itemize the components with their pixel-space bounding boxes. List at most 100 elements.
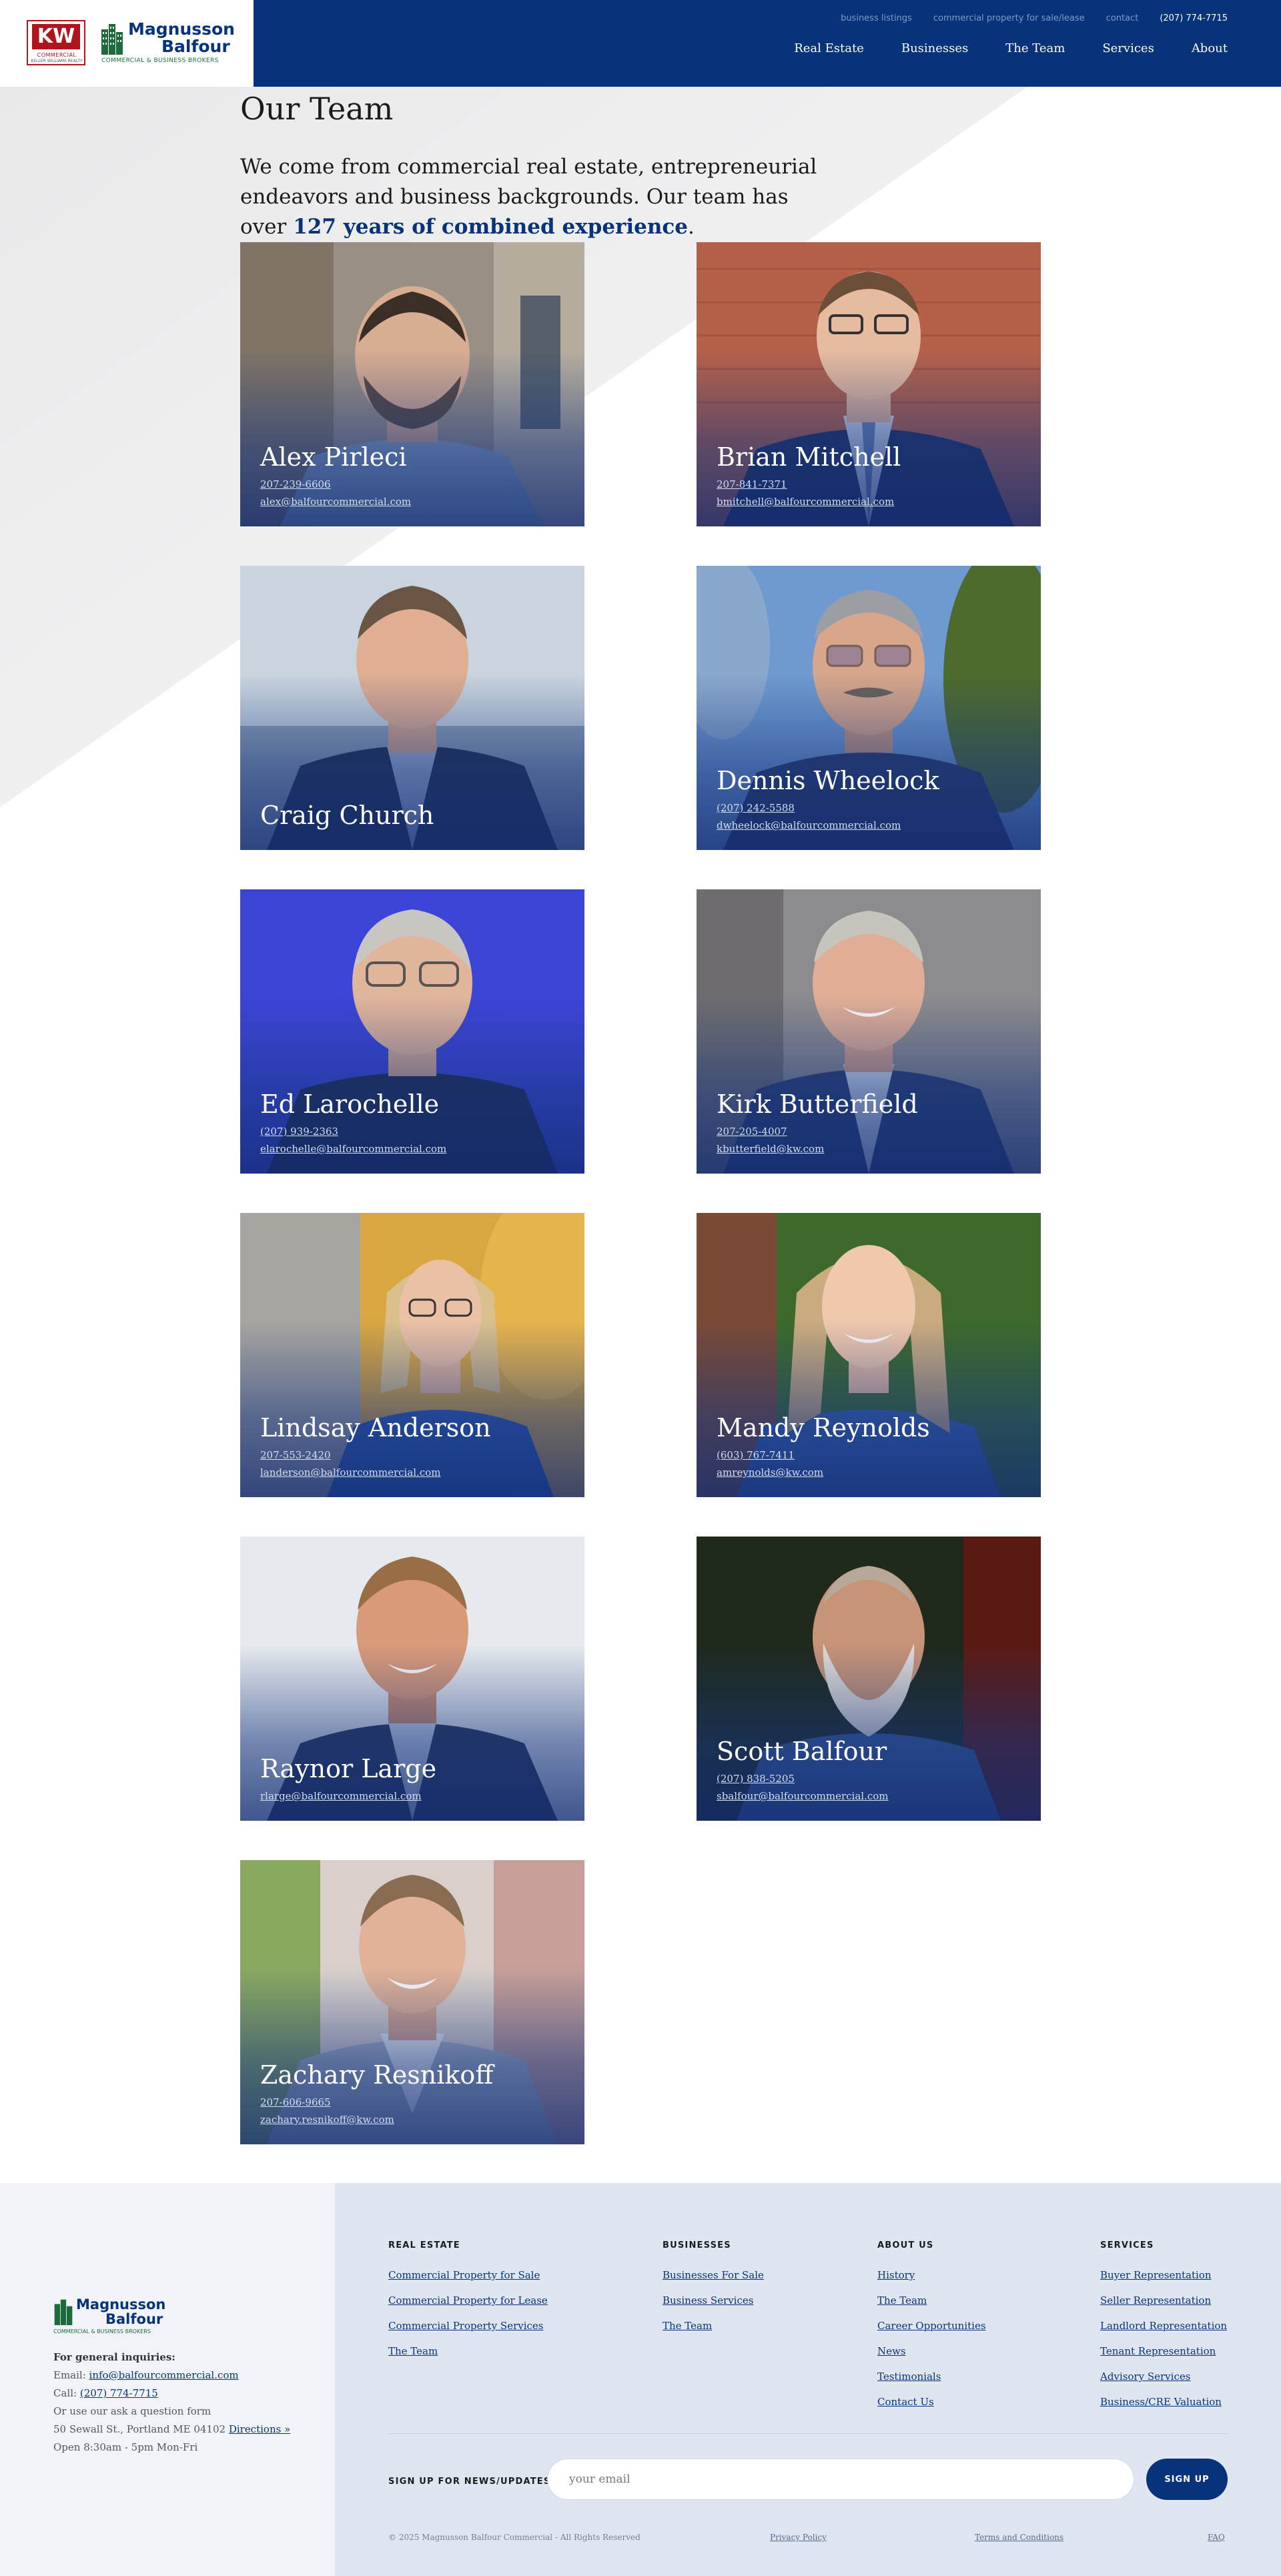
footer-link[interactable]: Career Opportunities (877, 2313, 986, 2338)
footer-link[interactable]: Buyer Representation (1100, 2262, 1227, 2288)
footer-link[interactable]: Commercial Property for Sale (388, 2262, 548, 2288)
directions-link[interactable]: Directions » (229, 2423, 290, 2435)
team-card-ed-larochelle[interactable]: Ed Larochelle (207) 939-2363 elarochelle… (240, 889, 584, 1174)
member-name: Lindsay Anderson (260, 1413, 491, 1442)
privacy-policy-link[interactable]: Privacy Policy (770, 2533, 827, 2542)
team-card-scott-balfour[interactable]: Scott Balfour (207) 838-5205 sbalfour@ba… (697, 1537, 1041, 1821)
member-phone-link[interactable]: (603) 767-7411 (717, 1449, 795, 1461)
logo-line1: Magnusson (128, 19, 235, 39)
footer-col-businesses: BUSINESSES Businesses For Sale Business … (663, 2240, 764, 2338)
nav-about[interactable]: About (1192, 41, 1228, 55)
member-phone-link[interactable]: (207) 939-2363 (260, 1126, 338, 1138)
team-card-zachary-resnikoff[interactable]: Zachary Resnikoff 207-606-9665 zachary.r… (240, 1860, 584, 2144)
team-card-kirk-butterfield[interactable]: Kirk Butterfield 207-205-4007 kbutterfie… (697, 889, 1041, 1174)
footer-phone-link[interactable]: (207) 774-7715 (80, 2387, 158, 2399)
signup-button[interactable]: SIGN UP (1146, 2459, 1228, 2500)
logo-line2: Balfour (161, 37, 230, 56)
header-phone-link[interactable]: (207) 774-7715 (1160, 13, 1228, 23)
intro-highlight: 127 years of combined experience (293, 215, 689, 239)
footer-logo-line1: Magnusson (76, 2296, 166, 2312)
call-label: Call: (53, 2387, 80, 2399)
member-email-link[interactable]: elarochelle@balfourcommercial.com (260, 1143, 446, 1155)
member-email-link[interactable]: sbalfour@balfourcommercial.com (717, 1790, 889, 1802)
footer-heading: ABOUT US (877, 2240, 934, 2250)
signup-label: SIGN UP FOR NEWS/UPDATES (388, 2477, 551, 2487)
footer-link[interactable]: Commercial Property Services (388, 2313, 548, 2338)
member-phone-link[interactable]: 207-841-7371 (717, 478, 787, 490)
footer-logo[interactable]: Magnusson Balfour COMMERCIAL & BUSINESS … (53, 2296, 187, 2336)
team-card-raynor-large[interactable]: Raynor Large rlarge@balfourcommercial.co… (240, 1537, 584, 1821)
member-email-link[interactable]: landerson@balfourcommercial.com (260, 1466, 440, 1478)
footer-link[interactable]: The Team (663, 2313, 764, 2338)
footer-link[interactable]: Seller Representation (1100, 2288, 1227, 2313)
hours-text: Open 8:30am - 5pm Mon-Fri (53, 2441, 198, 2453)
footer-col-services: SERVICES Buyer Representation Seller Rep… (1100, 2240, 1227, 2415)
kw-logo-sub: COMMERCIAL (37, 52, 77, 58)
util-link-property-sale-lease[interactable]: commercial property for sale/lease (933, 13, 1085, 23)
team-card-brian-mitchell[interactable]: Brian Mitchell 207-841-7371 bmitchell@ba… (697, 242, 1041, 526)
signup-email-input[interactable] (547, 2459, 1134, 2500)
footer-link[interactable]: Tenant Representation (1100, 2338, 1227, 2364)
footer-link[interactable]: Business/CRE Valuation (1100, 2389, 1227, 2415)
nav-real-estate[interactable]: Real Estate (794, 41, 864, 55)
footer-link[interactable]: The Team (388, 2338, 548, 2364)
footer-link[interactable]: Businesses For Sale (663, 2262, 764, 2288)
member-email-link[interactable]: rlarge@balfourcommercial.com (260, 1790, 422, 1802)
page-title: Our Team (240, 91, 394, 127)
kw-commercial-logo[interactable]: KW COMMERCIAL KELLER WILLIAMS REALTY (27, 20, 85, 65)
member-email-link[interactable]: zachary.resnikoff@kw.com (260, 2114, 394, 2126)
member-phone-link[interactable]: (207) 242-5588 (717, 802, 795, 814)
member-name: Zachary Resnikoff (260, 2060, 494, 2090)
building-icon (101, 24, 123, 55)
util-link-business-listings[interactable]: business listings (841, 13, 912, 23)
footer-col-real-estate: REAL ESTATE Commercial Property for Sale… (388, 2240, 548, 2364)
magnusson-balfour-logo[interactable]: Magnusson Balfour COMMERCIAL & BUSINESS … (100, 20, 240, 67)
member-phone-link[interactable]: 207-205-4007 (717, 1126, 787, 1138)
address-text: 50 Sewall St., Portland ME 04102 (53, 2423, 229, 2435)
member-phone-link[interactable]: 207-606-9665 (260, 2096, 331, 2108)
team-card-mandy-reynolds[interactable]: Mandy Reynolds (603) 767-7411 amreynolds… (697, 1213, 1041, 1497)
faq-link[interactable]: FAQ (1208, 2533, 1225, 2542)
member-email-link[interactable]: dwheelock@balfourcommercial.com (717, 819, 901, 831)
footer-link[interactable]: Advisory Services (1100, 2364, 1227, 2389)
site-footer: Magnusson Balfour COMMERCIAL & BUSINESS … (0, 2183, 1281, 2576)
member-phone-link[interactable]: (207) 838-5205 (717, 1773, 795, 1785)
footer-link[interactable]: News (877, 2338, 986, 2364)
footer-link[interactable]: Business Services (663, 2288, 764, 2313)
member-phone-link[interactable]: 207-553-2420 (260, 1449, 331, 1461)
member-email-link[interactable]: alex@balfourcommercial.com (260, 496, 411, 508)
footer-call-row: Call: (207) 774-7715 (53, 2385, 290, 2403)
footer-link[interactable]: Commercial Property for Lease (388, 2288, 548, 2313)
kw-logo-text: KW (32, 24, 80, 49)
logo-area: KW COMMERCIAL KELLER WILLIAMS REALTY Mag… (0, 0, 254, 87)
footer-link[interactable]: Landlord Representation (1100, 2313, 1227, 2338)
team-card-craig-church[interactable]: Craig Church (240, 566, 584, 850)
member-name: Kirk Butterfield (717, 1090, 918, 1119)
footer-contact-info: For general inquiries: Email: info@balfo… (53, 2348, 290, 2457)
team-card-alex-pirleci[interactable]: Alex Pirleci 207-239-6606 alex@balfourco… (240, 242, 584, 526)
nav-services[interactable]: Services (1102, 41, 1154, 55)
footer-address-row: 50 Sewall St., Portland ME 04102 Directi… (53, 2421, 290, 2439)
member-email-link[interactable]: kbutterfield@kw.com (717, 1143, 824, 1155)
member-name: Brian Mitchell (717, 442, 901, 472)
intro-end: . (688, 215, 695, 239)
member-phone-link[interactable]: 207-239-6606 (260, 478, 331, 490)
footer-divider (388, 2433, 1228, 2434)
kw-logo-sub2: KELLER WILLIAMS REALTY (31, 59, 83, 63)
member-email-link[interactable]: amreynolds@kw.com (717, 1466, 823, 1478)
member-email-link[interactable]: bmitchell@balfourcommercial.com (717, 496, 894, 508)
footer-link[interactable]: Testimonials (877, 2364, 986, 2389)
building-icon (54, 2299, 73, 2325)
footer-email-link[interactable]: info@balfourcommercial.com (89, 2369, 239, 2381)
team-card-dennis-wheelock[interactable]: Dennis Wheelock (207) 242-5588 dwheelock… (697, 566, 1041, 850)
nav-the-team[interactable]: The Team (1005, 41, 1065, 55)
nav-businesses[interactable]: Businesses (901, 41, 968, 55)
team-card-lindsay-anderson[interactable]: Lindsay Anderson 207-553-2420 landerson@… (240, 1213, 584, 1497)
footer-link[interactable]: The Team (877, 2288, 986, 2313)
terms-link[interactable]: Terms and Conditions (975, 2533, 1063, 2542)
footer-link[interactable]: History (877, 2262, 986, 2288)
footer-col-about-us: ABOUT US History The Team Career Opportu… (877, 2240, 986, 2415)
util-link-contact[interactable]: contact (1106, 13, 1139, 23)
footer-link[interactable]: Contact Us (877, 2389, 986, 2415)
footer-logo-line2: Balfour (105, 2311, 163, 2327)
